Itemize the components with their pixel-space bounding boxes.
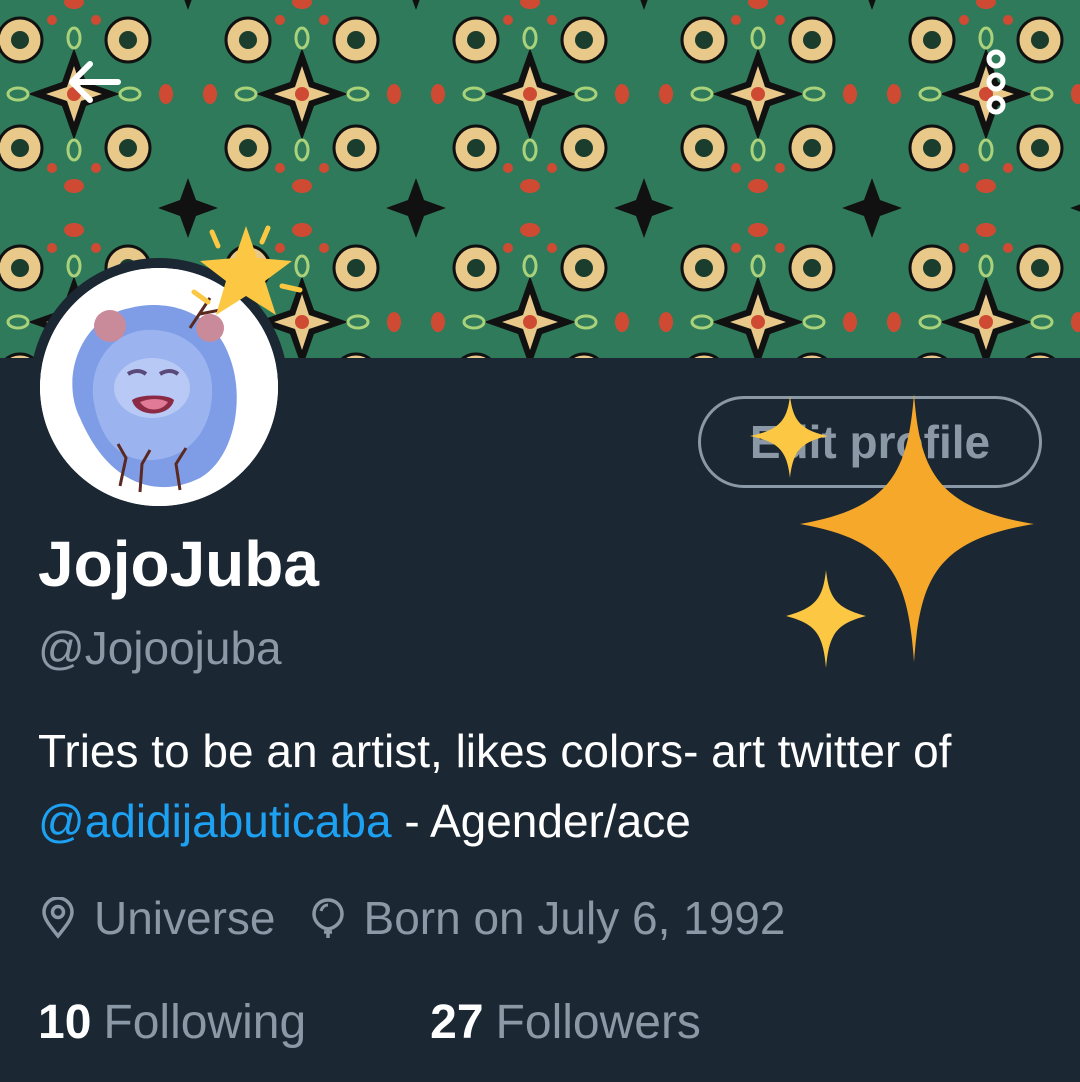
followers-link[interactable]: 27 Followers bbox=[430, 995, 701, 1050]
location-item: Universe bbox=[40, 891, 276, 945]
arrow-left-icon bbox=[69, 61, 121, 103]
profile-meta: Universe Born on July 6, 1992 bbox=[40, 888, 785, 948]
follow-counts: 10 Following 27 Followers bbox=[38, 990, 701, 1054]
following-count: 10 bbox=[38, 995, 92, 1049]
back-button[interactable] bbox=[46, 34, 142, 130]
avatar[interactable] bbox=[40, 268, 278, 506]
lower-sparkle-icon bbox=[786, 570, 866, 668]
location-text: Universe bbox=[94, 892, 276, 944]
followers-count: 27 bbox=[430, 995, 484, 1049]
followers-label: Followers bbox=[495, 995, 701, 1049]
following-link[interactable]: 10 Following bbox=[38, 995, 306, 1050]
birthday-item: Born on July 6, 1992 bbox=[310, 891, 786, 945]
profile-bio: Tries to be an artist, likes colors- art… bbox=[38, 716, 1048, 856]
balloon-icon bbox=[311, 898, 344, 938]
display-name: JojoJuba bbox=[38, 528, 319, 600]
profile-screen: Edit profile JojoJuba @Jojoojuba Tries t… bbox=[0, 0, 1080, 1082]
bio-text-start: Tries to be an artist, likes colors- art… bbox=[38, 725, 952, 777]
following-label: Following bbox=[103, 995, 307, 1049]
username-handle: @Jojoojuba bbox=[38, 622, 282, 674]
bio-mention-link[interactable]: @adidijabuticaba bbox=[38, 795, 392, 847]
more-options-button[interactable] bbox=[948, 34, 1044, 130]
bio-text-end: - Agender/ace bbox=[391, 795, 691, 847]
birthday-text: Born on July 6, 1992 bbox=[363, 892, 786, 944]
more-vertical-icon bbox=[986, 49, 1006, 115]
avatar-illustration bbox=[40, 268, 278, 506]
location-pin-icon bbox=[42, 897, 74, 939]
edit-profile-button[interactable]: Edit profile bbox=[698, 396, 1042, 488]
